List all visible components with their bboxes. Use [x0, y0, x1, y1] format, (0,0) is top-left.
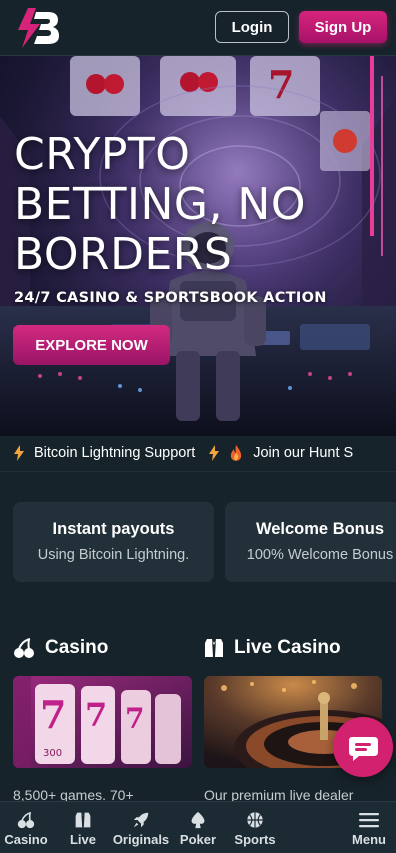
nav-item-sports[interactable]: Sports [230, 802, 280, 853]
ticker-text: Bitcoin Lightning Support [34, 445, 196, 461]
nav-label: Originals [112, 832, 170, 847]
promo-text: 100% Welcome Bonus [246, 547, 394, 563]
hero-subtitle: 24/7 CASINO & SPORTSBOOK ACTION [14, 290, 327, 306]
hero-title-line-1: CRYPTO [14, 129, 191, 180]
bottom-navigation: Casino Live Originals Poker Sports Menu [0, 801, 396, 853]
promo-card-instant-payouts[interactable]: Instant payouts Using Bitcoin Lightning. [13, 502, 214, 582]
chat-button[interactable] [333, 717, 393, 777]
fire-icon [231, 445, 242, 461]
cherries-icon [17, 811, 35, 829]
live-casino-title-text: Live Casino [234, 637, 341, 658]
logo-icon [18, 8, 59, 48]
login-button[interactable]: Login [215, 11, 289, 43]
nav-label: Sports [234, 832, 276, 847]
nav-item-poker[interactable]: Poker [178, 802, 218, 853]
chat-icon [349, 737, 378, 761]
nav-item-menu[interactable]: Menu [346, 802, 392, 853]
rocket-icon [133, 812, 149, 828]
header: Login Sign Up [0, 0, 396, 56]
svg-text:7: 7 [125, 702, 144, 735]
svg-text:7: 7 [85, 696, 107, 734]
slot-machine-image: 7 7 7 300 [13, 676, 192, 768]
promo-title: Instant payouts [52, 520, 175, 538]
signup-button[interactable]: Sign Up [299, 11, 387, 43]
ticker-item[interactable]: Bitcoin Lightning Support [14, 445, 195, 461]
ticker-text: Join our Hunt S [253, 445, 354, 461]
hamburger-icon [359, 813, 379, 828]
nav-label: Live [69, 832, 96, 847]
svg-text:300: 300 [43, 748, 62, 759]
svg-text:7: 7 [268, 62, 294, 107]
lightning-icon [14, 445, 24, 461]
lightning-icon [209, 445, 220, 461]
promo-title: Welcome Bonus [255, 520, 385, 538]
casino-section-title[interactable]: Casino [13, 637, 108, 659]
nav-item-casino[interactable]: Casino [0, 802, 52, 853]
brand-logo[interactable] [14, 6, 62, 50]
announcement-ticker: Bitcoin Lightning Support Join our Hunt … [0, 436, 396, 472]
spade-icon [191, 811, 205, 829]
nav-item-live[interactable]: Live [63, 802, 103, 853]
promo-text: Using Bitcoin Lightning. [37, 547, 190, 563]
nav-label: Casino [4, 832, 48, 847]
basketball-icon [247, 812, 263, 828]
dealer-suit-icon [75, 812, 91, 828]
ticker-item[interactable]: Join our Hunt S [209, 445, 353, 461]
casino-thumbnail[interactable]: 7 7 7 300 [13, 676, 192, 768]
hero-title-line-3: BORDERS [14, 229, 233, 280]
hero-title: CRYPTO BETTING, NO BORDERS [14, 130, 384, 280]
svg-text:7: 7 [40, 692, 66, 737]
cherries-icon [14, 638, 34, 658]
nav-label: Menu [352, 832, 386, 847]
live-casino-section-title[interactable]: Live Casino [204, 637, 341, 659]
nav-item-originals[interactable]: Originals [108, 802, 174, 853]
hero-banner: 7 CRYPTO BETTING, NO BORDERS 24/7 CASINO… [0, 56, 396, 436]
dealer-suit-icon [205, 639, 223, 657]
nav-label: Poker [179, 832, 217, 847]
promo-card-welcome-bonus[interactable]: Welcome Bonus 100% Welcome Bonus [225, 502, 396, 582]
hero-title-line-2: BETTING, NO [14, 179, 306, 230]
explore-now-button[interactable]: EXPLORE NOW [13, 325, 170, 365]
casino-title-text: Casino [45, 637, 109, 658]
